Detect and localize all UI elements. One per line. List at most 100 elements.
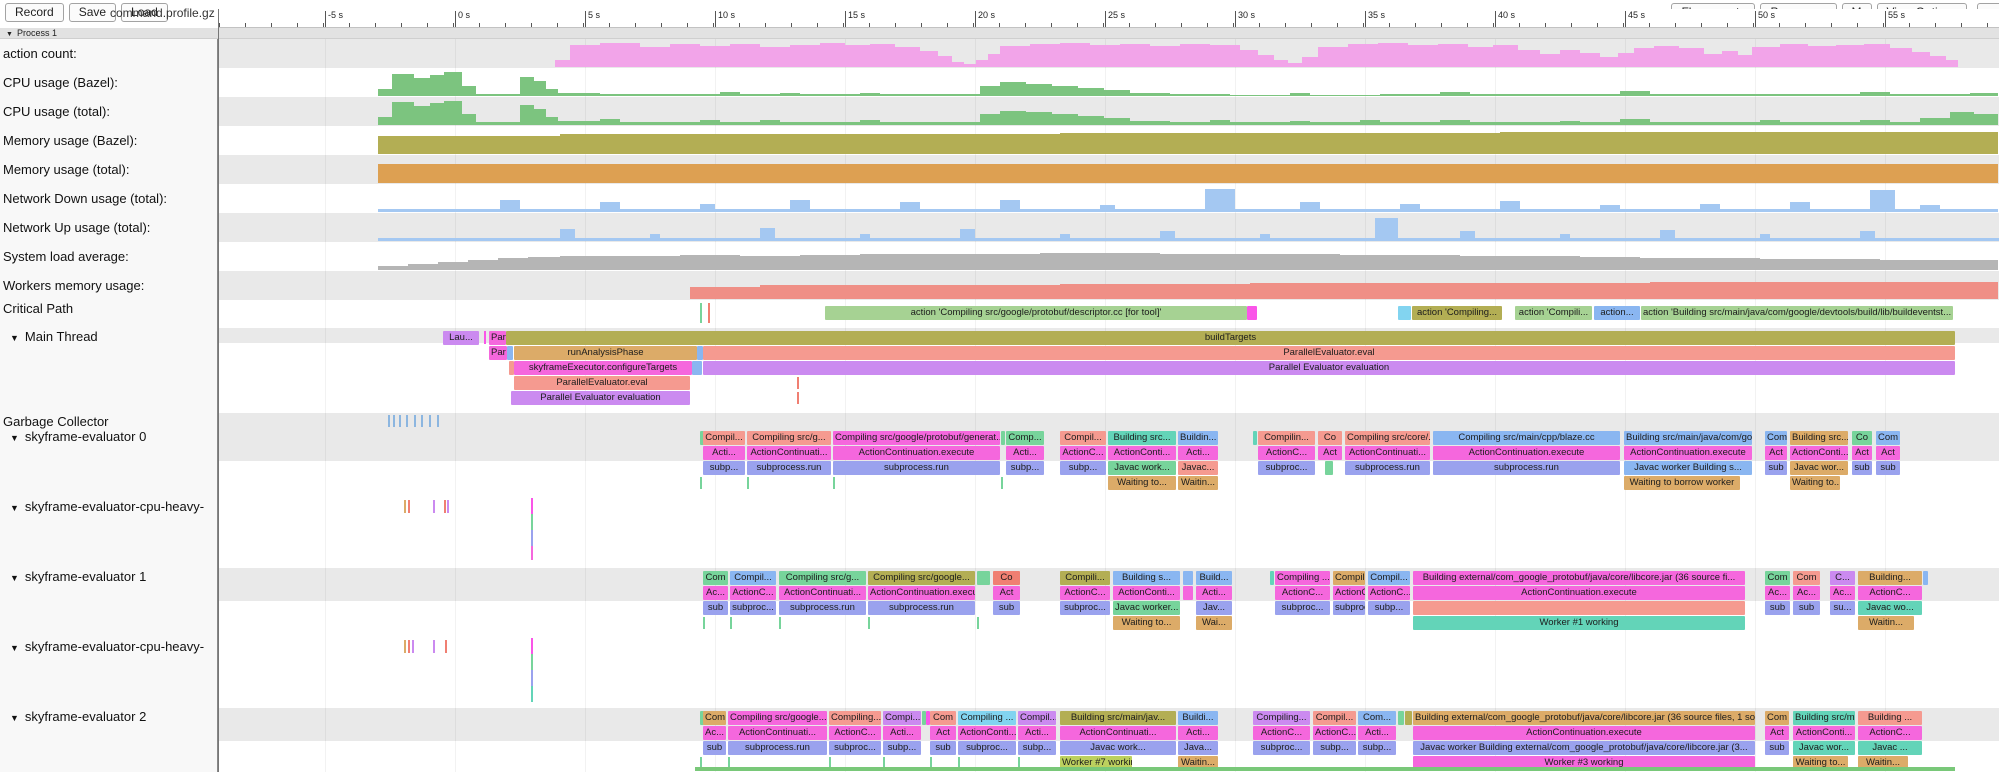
slice[interactable] <box>1001 431 1005 445</box>
record-button[interactable]: Record <box>5 3 64 22</box>
slice[interactable]: Compiling src/google... <box>868 571 975 585</box>
slice[interactable]: ActionConti... <box>1108 446 1176 460</box>
slice[interactable]: ActionContinuation.execute <box>868 586 975 600</box>
slice[interactable]: C... <box>1830 571 1855 585</box>
slice[interactable]: Acti... <box>883 726 921 740</box>
slice[interactable]: ActionC... <box>1858 726 1922 740</box>
slice[interactable]: Com <box>930 711 956 725</box>
slice[interactable]: subp... <box>883 741 921 755</box>
slice[interactable]: subp... <box>1313 741 1356 755</box>
slice[interactable]: Compiling ... <box>1275 571 1330 585</box>
slice[interactable]: subproc... <box>958 741 1016 755</box>
slice[interactable]: Javac work... <box>1108 461 1176 475</box>
slice[interactable]: Com <box>1876 431 1900 445</box>
slice[interactable]: Building src/ma... <box>1793 711 1855 725</box>
slice[interactable]: Parallel Evaluator evaluation <box>703 361 1955 375</box>
slice[interactable]: Compil... <box>1060 431 1106 445</box>
slice[interactable]: ActionC... <box>829 726 881 740</box>
slice[interactable]: subproc... <box>1333 601 1365 615</box>
slice[interactable] <box>1183 586 1193 600</box>
slice[interactable]: Javac worker Building external/com_googl… <box>1413 741 1755 755</box>
slice[interactable]: action 'Compiling... <box>1412 306 1502 320</box>
slice[interactable]: Compilin... <box>1258 431 1315 445</box>
slice[interactable]: Building external/com_google_protobuf/ja… <box>1413 571 1745 585</box>
slice[interactable]: Compi... <box>883 711 921 725</box>
slice[interactable]: Building src/main/java/com/go... <box>1624 431 1752 445</box>
slice[interactable]: ActionC... <box>1060 446 1106 460</box>
slice[interactable]: Par <box>489 346 507 360</box>
slice[interactable]: Java... <box>1178 741 1218 755</box>
track-label-skyframe-evaluator-cpu-heavy[interactable]: ▼skyframe-evaluator-cpu-heavy- <box>3 499 204 514</box>
slice[interactable]: subp... <box>1060 461 1106 475</box>
save-button[interactable]: Save <box>69 3 116 22</box>
slice[interactable]: ActionContinuati... <box>1060 726 1176 740</box>
slice[interactable]: Javac ... <box>1858 741 1922 755</box>
slice[interactable]: subproc... <box>730 601 776 615</box>
track-label-skyframe-evaluator-1[interactable]: ▼skyframe-evaluator 1 <box>3 569 146 584</box>
slice[interactable]: ActionContinuati... <box>747 446 831 460</box>
slice[interactable]: ActionC... <box>1275 586 1330 600</box>
slice[interactable]: ActionContinuation.execute <box>1413 726 1755 740</box>
slice[interactable]: Wai... <box>1196 616 1232 630</box>
slice[interactable]: Compil... <box>1018 711 1056 725</box>
slice[interactable]: Acti... <box>703 446 745 460</box>
slice[interactable]: Worker #1 working <box>1413 616 1745 630</box>
slice[interactable]: Waitin... <box>1858 616 1914 630</box>
slice[interactable]: subp... <box>703 461 745 475</box>
slice[interactable]: subproc... <box>1275 601 1330 615</box>
slice[interactable]: Act <box>1765 446 1787 460</box>
slice[interactable]: sub <box>1876 461 1900 475</box>
slice[interactable]: Waiting to... <box>1790 476 1840 490</box>
slice[interactable]: ActionC... <box>1313 726 1356 740</box>
slice[interactable]: Building src... <box>1790 431 1848 445</box>
slice[interactable]: ActionC... <box>1333 586 1365 600</box>
slice[interactable]: action 'Building src/main/java/com/googl… <box>1641 306 1953 320</box>
slice[interactable]: ActionContinuation.execute <box>1433 446 1620 460</box>
slice[interactable]: subprocess.run <box>833 461 1000 475</box>
slice[interactable]: Compiling src/core/... <box>1345 431 1430 445</box>
slice[interactable]: sub <box>930 741 956 755</box>
slice[interactable]: ActionC... <box>1060 586 1110 600</box>
slice[interactable] <box>507 346 513 360</box>
slice[interactable]: sub <box>703 741 726 755</box>
slice[interactable]: Waiting to... <box>1113 616 1180 630</box>
slice[interactable]: Acti... <box>1196 586 1232 600</box>
slice[interactable]: runAnalysisPhase <box>514 346 697 360</box>
slice[interactable]: Acti... <box>1018 726 1056 740</box>
slice[interactable]: Compiling ... <box>958 711 1016 725</box>
slice[interactable] <box>1398 711 1404 725</box>
slice[interactable]: sub <box>993 601 1020 615</box>
slice[interactable]: Javac wor... <box>1790 461 1848 475</box>
track-label-skyframe-evaluator-0[interactable]: ▼skyframe-evaluator 0 <box>3 429 146 444</box>
slice[interactable] <box>692 361 702 375</box>
slice[interactable]: sub <box>1765 461 1787 475</box>
slice[interactable]: Compil... <box>730 571 776 585</box>
slice[interactable]: Compiling src/g... <box>747 431 831 445</box>
slice[interactable]: subp... <box>1358 741 1396 755</box>
slice[interactable]: action 'Compili... <box>1515 306 1592 320</box>
slice[interactable]: Parallel Evaluator evaluation <box>511 391 690 405</box>
slice[interactable]: Building s... <box>1113 571 1180 585</box>
slice[interactable] <box>1183 571 1193 585</box>
slice[interactable]: sub <box>1852 461 1872 475</box>
slice[interactable]: buildTargets <box>506 331 1955 345</box>
timeline-ruler[interactable]: -5 s0 s5 s10 s15 s20 s25 s30 s35 s40 s45… <box>218 9 1999 28</box>
slice[interactable]: Com <box>1765 431 1787 445</box>
slice[interactable]: ActionContinuati... <box>779 586 866 600</box>
track-label-skyframe-evaluator-2[interactable]: ▼skyframe-evaluator 2 <box>3 709 146 724</box>
slice[interactable]: Javac wo... <box>1858 601 1922 615</box>
slice[interactable]: Co <box>993 571 1020 585</box>
slice[interactable]: Com... <box>1358 711 1396 725</box>
slice[interactable]: Compil... <box>1368 571 1410 585</box>
slice[interactable]: Act <box>1318 446 1342 460</box>
slice[interactable]: Ac... <box>1830 586 1855 600</box>
slice[interactable]: Jav... <box>1196 601 1232 615</box>
slice[interactable]: Ac... <box>1765 586 1790 600</box>
slice[interactable]: Comp... <box>1006 431 1044 445</box>
slice[interactable]: subprocess.run <box>1433 461 1620 475</box>
slice[interactable]: Com <box>1765 711 1789 725</box>
slice[interactable] <box>1398 306 1411 320</box>
track-label-skyframe-evaluator-cpu-heavy[interactable]: ▼skyframe-evaluator-cpu-heavy- <box>3 639 204 654</box>
slice[interactable]: Co <box>1318 431 1342 445</box>
slice[interactable]: subp... <box>1018 741 1056 755</box>
